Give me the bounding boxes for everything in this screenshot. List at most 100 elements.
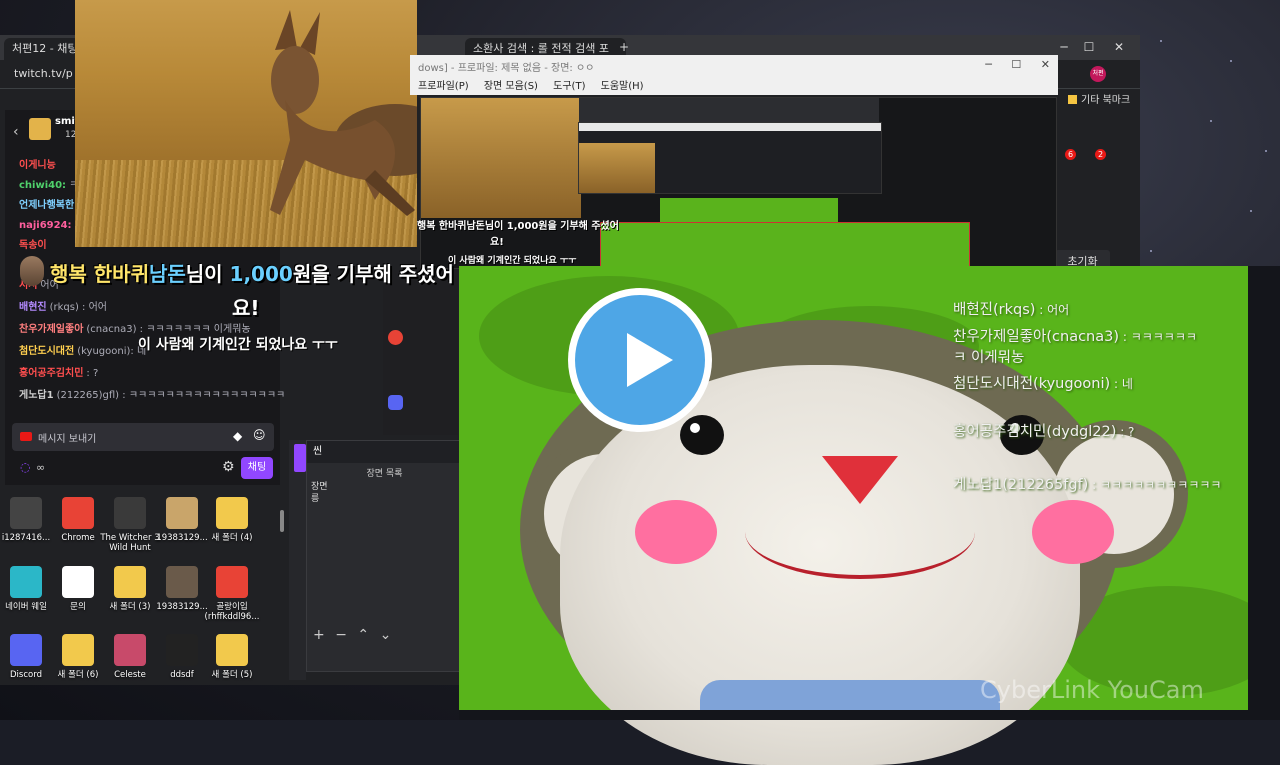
webcam-logo: CyberLink YouCam xyxy=(980,676,1204,704)
obs-scene-item[interactable]: 장면 xyxy=(311,481,328,493)
add-scene-icon[interactable]: + xyxy=(313,627,325,643)
play-icon xyxy=(627,333,673,387)
chat-username[interactable]: 게노답1 xyxy=(19,390,54,401)
emote-icon[interactable]: ☺ xyxy=(253,428,266,442)
donation-amount: 1,000 xyxy=(229,262,293,286)
donation-alert-small-line2: 요! xyxy=(490,237,504,248)
donation-suffix: 원을 기부해 주셨어 xyxy=(292,262,454,286)
overlay-chat-user: 첨단도시대전(kyugooni) xyxy=(953,376,1111,392)
app-icon xyxy=(10,566,42,598)
desktop-icon-label: 골랑이입 (rhffkddl96... xyxy=(204,602,260,622)
gift-icon xyxy=(29,118,51,140)
chat-username[interactable]: 이게니능 xyxy=(19,160,56,171)
recursive-desktop-preview xyxy=(383,270,458,435)
points-icon[interactable]: ◌ xyxy=(20,460,30,474)
obs-menu: 프로파일(P) 장면 모음(S) 도구(T) 도움말(H) xyxy=(418,77,656,92)
chat-message: 첨단도시대전 (kyugooni): 네 xyxy=(19,342,146,357)
bookmarks-other[interactable]: 기타 북마크 xyxy=(1068,91,1130,106)
donation-message-small: 이 사람왜 기계인간 되었나요 ㅜㅜ xyxy=(448,256,577,266)
obs-accent-strip xyxy=(294,444,306,472)
app-icon xyxy=(114,634,146,666)
remove-scene-icon[interactable]: − xyxy=(335,627,347,643)
obs-maximize-button[interactable]: ☐ xyxy=(1011,58,1021,71)
overlay-chat-message: 홍어공주김치민(dydgl22) : ? xyxy=(953,420,1134,441)
close-button[interactable]: ✕ xyxy=(1110,38,1128,56)
obs-minimize-button[interactable]: ─ xyxy=(985,58,992,71)
chat-input[interactable]: 메시지 보내기 ◆ ☺ xyxy=(12,423,274,451)
app-icon xyxy=(62,634,94,666)
move-up-icon[interactable]: ⌃ xyxy=(357,627,369,643)
donor-nick: 남돈 xyxy=(148,262,186,286)
minimize-button[interactable]: ─ xyxy=(1055,38,1073,56)
cam-mask-right xyxy=(1248,266,1280,720)
url-text[interactable]: twitch.tv/p xyxy=(14,64,74,84)
chat-message: chiwi40: ㅋ xyxy=(19,176,78,191)
chat-text: : ? xyxy=(86,368,99,379)
overlay-chat-user: 홍어공주김치민(dydgl22) xyxy=(953,424,1117,440)
camera-icon xyxy=(20,432,32,441)
app-icon xyxy=(10,497,42,529)
obs-scene-item[interactable]: 릉 xyxy=(311,493,328,505)
chat-text: (kyugooni): 네 xyxy=(77,346,147,357)
play-button[interactable] xyxy=(568,288,712,432)
new-tab-button[interactable]: + xyxy=(615,38,633,56)
whisper-badge[interactable]: 2 xyxy=(1095,149,1106,160)
desktop-icon[interactable]: 새 폴더 (4) xyxy=(200,497,264,543)
chat-username[interactable]: naji6924: xyxy=(19,220,72,231)
desktop-icon[interactable]: 새 폴더 (5) xyxy=(200,634,264,680)
obs-scene-list: 장면 릉 xyxy=(311,481,328,505)
recursive-green-2 xyxy=(600,222,970,268)
monkey-eye-left xyxy=(680,415,724,455)
chat-username[interactable]: 배현진 xyxy=(19,302,47,313)
back-chevron-icon[interactable]: ‹ xyxy=(13,124,19,140)
monkey-cheek-left xyxy=(635,500,717,564)
overlay-chat-message: 찬우가제일좋아(cnacna3) : ㅋㅋㅋㅋㅋㅋ xyxy=(953,325,1197,346)
desktop-icon-label: 새 폴더 (4) xyxy=(211,533,253,543)
menu-help[interactable]: 도움말(H) xyxy=(601,81,644,92)
settings-gear-icon[interactable]: ⚙ xyxy=(222,459,235,475)
recursive-deer-1 xyxy=(421,98,581,218)
obs-close-button[interactable]: ✕ xyxy=(1041,58,1050,71)
chat-username[interactable]: 찬우가제일좋아 xyxy=(19,324,83,335)
donation-mid: 님이 xyxy=(185,262,230,286)
notification-badge[interactable]: 6 xyxy=(1065,149,1076,160)
chat-scrollbar[interactable] xyxy=(280,510,284,532)
chat-username[interactable]: 홍어공주김치민 xyxy=(19,368,83,379)
overlay-chat-text: : ? xyxy=(1116,425,1135,439)
app-icon xyxy=(114,566,146,598)
chat-send-button[interactable]: 채팅 xyxy=(241,457,273,479)
folder-icon xyxy=(1068,95,1077,104)
maximize-button[interactable]: ☐ xyxy=(1080,38,1098,56)
play-circle xyxy=(575,295,705,425)
deer-figure xyxy=(270,10,417,216)
deer-photo xyxy=(75,0,417,247)
overlay-chat-text: : 네 xyxy=(1110,377,1133,391)
menu-profile[interactable]: 프로파일(P) xyxy=(418,81,469,92)
obs-scenes-dock: 씬 장면 목록 장면 릉 + − ⌃ ⌄ xyxy=(306,440,463,672)
chat-username[interactable]: 언제나행복한 xyxy=(19,200,74,211)
recursive-deer-2 xyxy=(579,143,655,193)
preview-discord-icon xyxy=(388,395,403,410)
desktop-icon[interactable]: 골랑이입 (rhffkddl96... xyxy=(200,566,264,622)
app-icon xyxy=(166,634,198,666)
monkey-cheek-right xyxy=(1032,500,1114,564)
obs-side-toolbar xyxy=(289,440,306,680)
tab-twitch-chat[interactable]: 처편12 - 채팅 xyxy=(4,38,80,60)
chat-text: (212265)gfl) : ㅋㅋㅋㅋㅋㅋㅋㅋㅋㅋㅋㅋㅋㅋㅋㅋㅋ xyxy=(56,390,286,401)
overlay-chat-user: 찬우가제일좋아(cnacna3) xyxy=(953,329,1120,345)
chat-username[interactable]: chiwi40: xyxy=(19,180,66,191)
app-icon xyxy=(62,566,94,598)
bits-icon[interactable]: ◆ xyxy=(233,429,242,443)
menu-tools[interactable]: 도구(T) xyxy=(553,81,585,92)
chat-message: 게노답1 (212265)gfl) : ㅋㅋㅋㅋㅋㅋㅋㅋㅋㅋㅋㅋㅋㅋㅋㅋㅋ xyxy=(19,386,285,401)
menu-scene-collection[interactable]: 장면 모음(S) xyxy=(484,81,538,92)
move-down-icon[interactable]: ⌄ xyxy=(380,627,392,643)
obs-window-title: dows] - 프로파일: 제목 없음 - 장면: ㅇㅇ xyxy=(418,63,595,74)
preview-chrome-icon xyxy=(388,330,403,345)
donation-message: 이 사람왜 기계인간 되었나요 ㅜㅜ xyxy=(138,337,338,353)
overlay-chat-user: ㅋ 이게뭐농 xyxy=(953,350,1025,366)
chat-username[interactable]: 독송이 xyxy=(19,240,47,251)
chat-message: 배현진 (rkqs) : 어어 xyxy=(19,298,107,313)
profile-avatar[interactable]: 처편 xyxy=(1090,66,1106,82)
chat-username[interactable]: 첨단도시대전 xyxy=(19,346,74,357)
